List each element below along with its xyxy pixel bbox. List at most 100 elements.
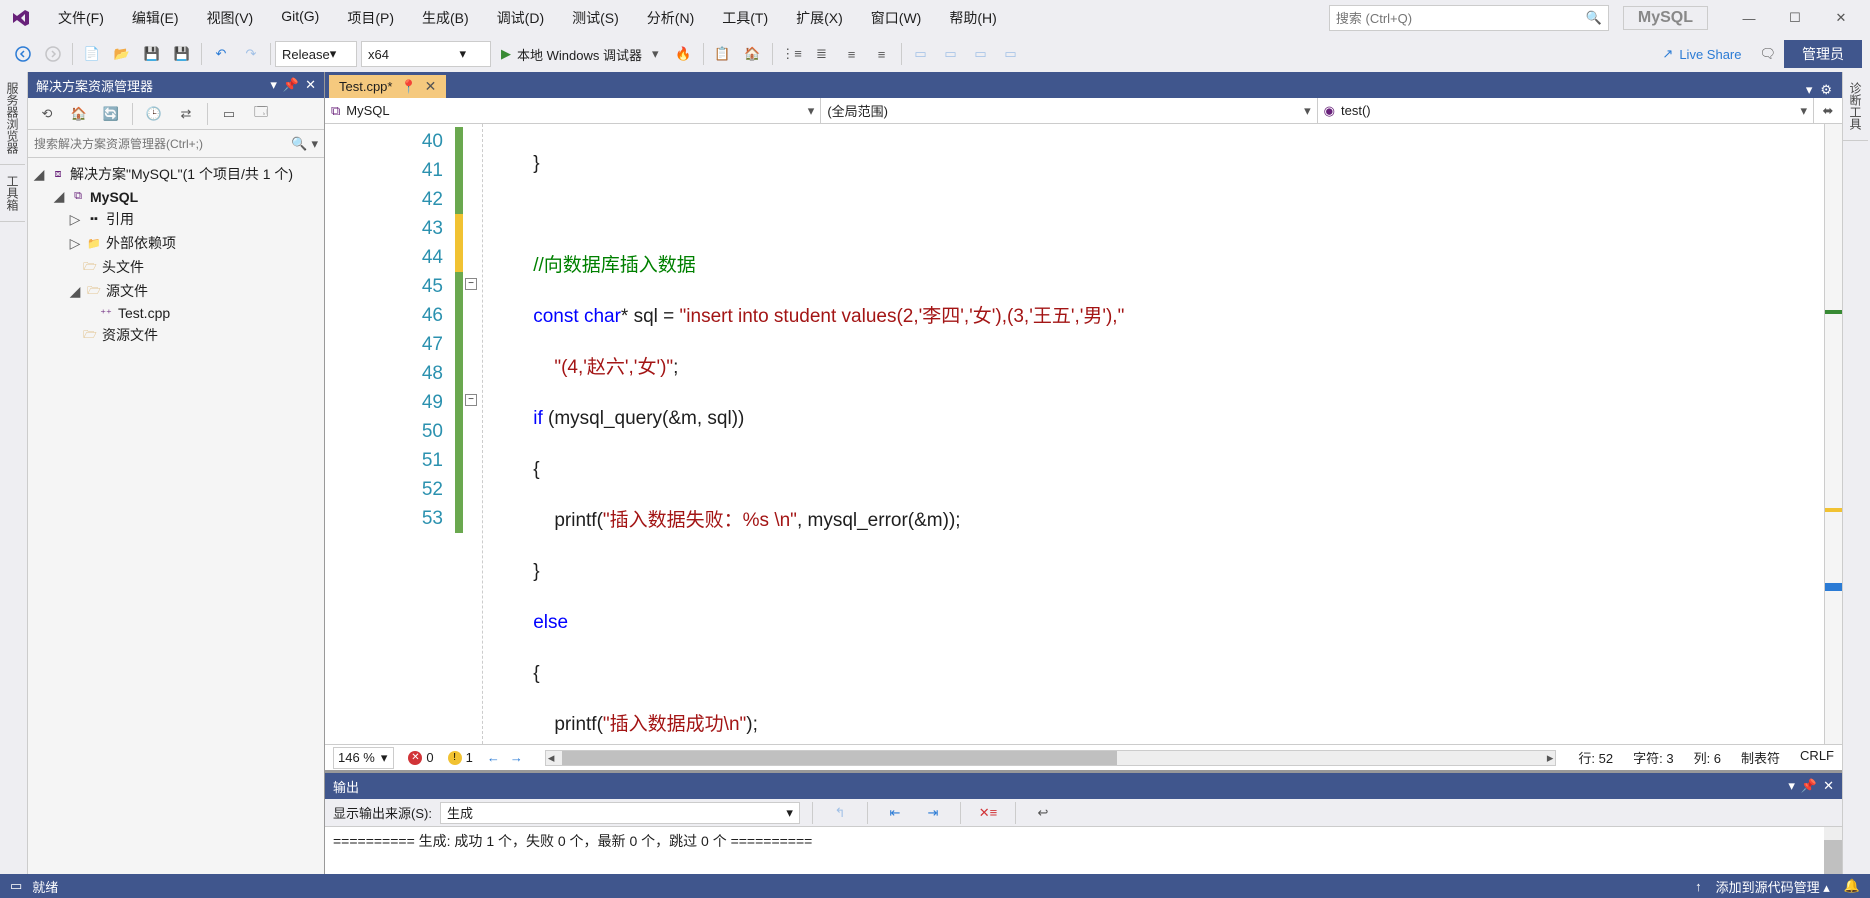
- zoom-select[interactable]: 146 %▾: [333, 747, 394, 769]
- nav-prev-icon[interactable]: ←: [487, 750, 500, 765]
- split-button[interactable]: ⬌: [1814, 98, 1842, 123]
- eol-mode[interactable]: CRLF: [1800, 748, 1834, 767]
- output-dropdown-icon[interactable]: ▾: [1788, 778, 1795, 794]
- menu-project[interactable]: 项目(P): [333, 4, 408, 32]
- quick-search[interactable]: 🔍: [1329, 5, 1609, 31]
- quick-search-input[interactable]: [1336, 11, 1586, 26]
- output-clear-icon[interactable]: ✕≡: [974, 799, 1002, 827]
- minimize-button[interactable]: —: [1726, 3, 1772, 33]
- menu-build[interactable]: 生成(B): [408, 4, 483, 32]
- search-dropdown-icon[interactable]: ▾: [311, 136, 318, 152]
- source-file-node[interactable]: ⁺⁺ Test.cpp: [28, 303, 324, 323]
- nav-forward-button[interactable]: [39, 40, 67, 68]
- save-button[interactable]: 💾: [138, 40, 166, 68]
- nav-next-icon[interactable]: →: [510, 750, 523, 765]
- se-switch-icon[interactable]: ⇄: [172, 100, 200, 128]
- menu-help[interactable]: 帮助(H): [935, 4, 1010, 32]
- output-indent-icon[interactable]: ⇤: [881, 799, 909, 827]
- close-button[interactable]: ✕: [1818, 3, 1864, 33]
- se-sync-icon[interactable]: 🔄: [97, 100, 125, 128]
- output-prev-icon[interactable]: ↰: [826, 799, 854, 827]
- se-back-icon[interactable]: ⟲: [33, 100, 61, 128]
- menu-test[interactable]: 测试(S): [558, 4, 633, 32]
- scm-button[interactable]: 添加到源代码管理 ▴: [1716, 877, 1830, 896]
- undo-button[interactable]: ↶: [207, 40, 235, 68]
- nav-scope-select[interactable]: (全局范围) ▾: [821, 98, 1317, 123]
- output-pin-icon[interactable]: 📌: [1801, 778, 1817, 794]
- tb-icon-6[interactable]: ≡: [868, 40, 896, 68]
- nav-back-button[interactable]: [9, 40, 37, 68]
- liveshare-button[interactable]: ↗ Live Share: [1652, 46, 1751, 62]
- config-select[interactable]: Release▾: [275, 41, 357, 67]
- server-explorer-tab[interactable]: 服务器浏览器: [0, 72, 25, 165]
- editor-settings-icon[interactable]: ⚙: [1820, 82, 1832, 98]
- save-all-button[interactable]: 💾: [168, 40, 196, 68]
- nav-project-select[interactable]: ⧉ MySQL ▾: [325, 98, 821, 123]
- solution-root[interactable]: ◢ ⧈ 解决方案"MySQL"(1 个项目/共 1 个): [28, 162, 324, 186]
- code-lines[interactable]: } //向数据库插入数据 const char* sql = "insert i…: [483, 124, 1824, 744]
- tb-icon-8[interactable]: ▭: [937, 40, 965, 68]
- se-properties-icon[interactable]: 🗔: [247, 100, 275, 128]
- tb-icon-4[interactable]: ≣: [808, 40, 836, 68]
- output-indent2-icon[interactable]: ⇥: [919, 799, 947, 827]
- hot-reload-button[interactable]: 🔥: [670, 40, 698, 68]
- fold-box-icon[interactable]: −: [465, 394, 477, 406]
- open-button[interactable]: 📂: [108, 40, 136, 68]
- fold-column[interactable]: − −: [463, 124, 483, 744]
- tb-icon-5[interactable]: ≡: [838, 40, 866, 68]
- start-debug-button[interactable]: ▶ 本地 Windows 调试器 ▾: [491, 40, 669, 68]
- menu-window[interactable]: 窗口(W): [857, 4, 936, 32]
- project-node[interactable]: ◢ ⧉ MySQL: [28, 186, 324, 207]
- panel-dropdown-icon[interactable]: ▾: [270, 77, 277, 93]
- output-close-icon[interactable]: ✕: [1823, 778, 1834, 794]
- overview-ruler[interactable]: [1824, 124, 1842, 744]
- output-source-select[interactable]: 生成▾: [440, 802, 800, 824]
- tb-icon-1[interactable]: 📋: [709, 40, 737, 68]
- indent-mode[interactable]: 制表符: [1741, 748, 1780, 767]
- toolbox-tab[interactable]: 工具箱: [0, 165, 25, 222]
- fold-box-icon[interactable]: −: [465, 278, 477, 290]
- diagnostics-tab[interactable]: 诊断工具: [1843, 72, 1868, 141]
- resources-node[interactable]: 🗁 资源文件: [28, 323, 324, 347]
- menu-file[interactable]: 文件(F): [44, 4, 118, 32]
- headers-node[interactable]: 🗁 头文件: [28, 255, 324, 279]
- output-wrap-icon[interactable]: ↩: [1029, 799, 1057, 827]
- menu-tools[interactable]: 工具(T): [708, 4, 782, 32]
- code-editor[interactable]: 404142 434445 464748 495051 5253 − − } /…: [325, 124, 1842, 744]
- redo-button[interactable]: ↷: [237, 40, 265, 68]
- solution-search[interactable]: 🔍 ▾: [28, 130, 324, 158]
- nav-member-select[interactable]: ◉ test() ▾: [1318, 98, 1814, 123]
- menu-view[interactable]: 视图(V): [193, 4, 268, 32]
- new-project-button[interactable]: 📄: [78, 40, 106, 68]
- notifications-icon[interactable]: 🔔: [1844, 878, 1860, 894]
- se-showall-icon[interactable]: ▭: [215, 100, 243, 128]
- se-pending-icon[interactable]: 🕒: [140, 100, 168, 128]
- tb-icon-7[interactable]: ▭: [907, 40, 935, 68]
- tb-icon-10[interactable]: ▭: [997, 40, 1025, 68]
- source-node[interactable]: ◢ 🗁 源文件: [28, 279, 324, 303]
- menu-edit[interactable]: 编辑(E): [118, 4, 193, 32]
- panel-pin-icon[interactable]: 📌: [283, 77, 299, 93]
- tab-dropdown-icon[interactable]: ▾: [1806, 82, 1813, 98]
- tb-icon-9[interactable]: ▭: [967, 40, 995, 68]
- feedback-icon[interactable]: 🗨: [1759, 46, 1776, 62]
- file-tab-test-cpp[interactable]: Test.cpp* 📍 ✕: [329, 75, 446, 98]
- external-deps-node[interactable]: ▷ 📁 外部依赖项: [28, 231, 324, 255]
- platform-select[interactable]: x64▾: [361, 41, 491, 67]
- warning-count[interactable]: !1: [448, 750, 473, 765]
- tab-pin-icon[interactable]: 📍: [400, 79, 416, 95]
- references-node[interactable]: ▷ ▪▪ 引用: [28, 207, 324, 231]
- tb-icon-3[interactable]: ⋮≡: [778, 40, 806, 68]
- tb-icon-2[interactable]: 🏠: [739, 40, 767, 68]
- se-home-icon[interactable]: 🏠: [65, 100, 93, 128]
- editor-hscrollbar[interactable]: ◂ ▸: [545, 750, 1557, 766]
- tab-close-icon[interactable]: ✕: [425, 78, 437, 95]
- menu-git[interactable]: Git(G): [267, 4, 333, 32]
- menu-analyze[interactable]: 分析(N): [633, 4, 708, 32]
- menu-extensions[interactable]: 扩展(X): [782, 4, 857, 32]
- maximize-button[interactable]: ☐: [1772, 3, 1818, 33]
- solution-search-input[interactable]: [34, 137, 291, 151]
- panel-close-icon[interactable]: ✕: [305, 77, 316, 93]
- error-count[interactable]: ✕0: [408, 750, 433, 765]
- menu-debug[interactable]: 调试(D): [483, 4, 558, 32]
